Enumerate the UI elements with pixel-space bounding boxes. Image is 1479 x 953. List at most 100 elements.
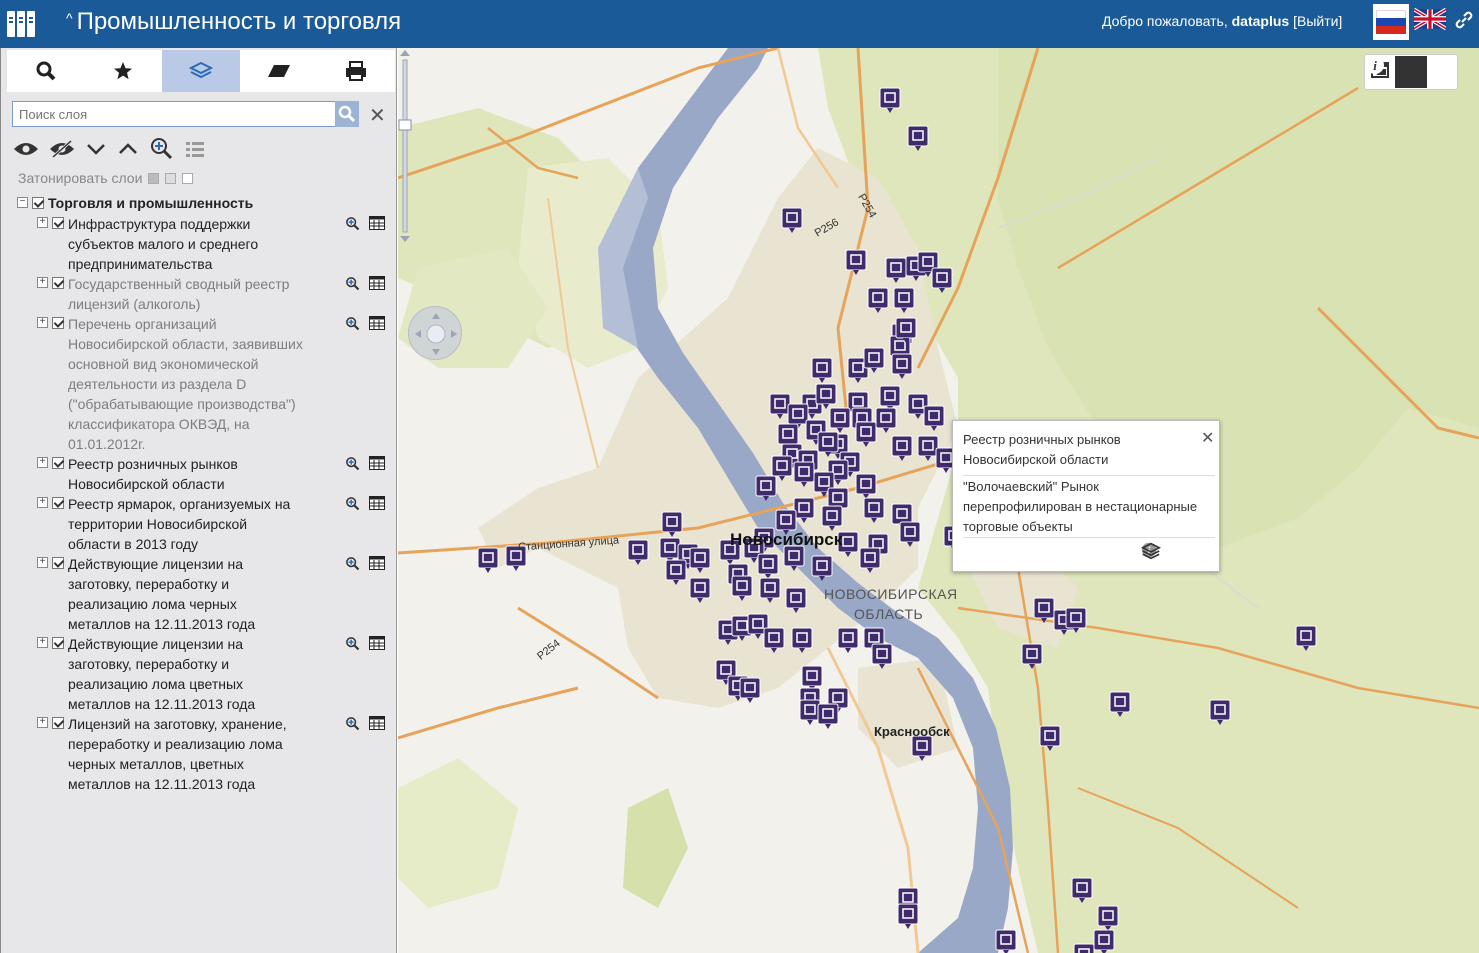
collapse-icon[interactable]: − <box>17 197 28 208</box>
layer-checkbox[interactable] <box>52 497 64 509</box>
map-canvas[interactable] <box>398 48 1479 953</box>
layers-icon[interactable] <box>1141 542 1161 560</box>
catalog-icon[interactable] <box>6 9 36 39</box>
map-view[interactable]: Новосибирск НОВОСИБИРСКАЯ ОБЛАСТЬ Красно… <box>398 48 1479 953</box>
layer-label-line: металлов на 12.11.2013 года <box>68 776 256 792</box>
expand-icon[interactable]: + <box>37 317 48 328</box>
tab-favorites[interactable] <box>84 50 163 92</box>
tab-layers[interactable] <box>162 50 240 92</box>
english-flag-icon[interactable] <box>1414 8 1446 30</box>
attribute-table-icon[interactable] <box>369 496 385 510</box>
poi-marker[interactable] <box>799 699 821 725</box>
shade-option-1[interactable] <box>148 172 160 184</box>
expand-icon[interactable]: + <box>37 557 48 568</box>
attribute-table-icon[interactable] <box>369 456 385 470</box>
russian-flag-icon[interactable] <box>1373 4 1409 40</box>
clear-search-icon[interactable]: ✕ <box>369 103 386 128</box>
layer-label-line: классификатора ОКВЭД, на <box>68 416 250 432</box>
info-button[interactable]: i <box>1366 56 1427 88</box>
attribute-table-icon[interactable] <box>369 556 385 570</box>
zoom-to-layer-icon[interactable] <box>345 216 361 232</box>
attribute-table-icon[interactable] <box>369 316 385 330</box>
app-title[interactable]: ^ Промышленность и торговля <box>66 8 401 36</box>
city-label: Новосибирск <box>730 530 843 549</box>
zoom-to-layer-icon[interactable] <box>345 276 361 292</box>
expand-icon[interactable]: + <box>37 637 48 648</box>
layer-label-line: Лицензий на заготовку, хранение, <box>68 716 287 732</box>
poi-marker[interactable] <box>837 627 859 653</box>
layer-label[interactable]: Перечень организаций Новосибирской област… <box>68 314 338 454</box>
layer-label[interactable]: Инфраструктура поддержки субъектов малого… <box>68 214 338 274</box>
layer-label-line: металлов на 12.11.2013 года <box>68 616 256 632</box>
layer-label[interactable]: Лицензий на заготовку, хранение, перерабо… <box>68 714 338 794</box>
tab-search[interactable] <box>7 50 85 92</box>
pan-control[interactable] <box>408 306 462 360</box>
layer-checkbox[interactable] <box>52 317 64 329</box>
layer-search-button[interactable] <box>335 101 359 127</box>
zoom-slider[interactable] <box>398 48 412 244</box>
zoom-to-layer-icon[interactable] <box>345 456 361 472</box>
expand-icon[interactable]: + <box>37 457 48 468</box>
collapse-all-chevron-up-icon[interactable] <box>117 141 139 157</box>
attribute-table-icon[interactable] <box>369 716 385 730</box>
popup-close-icon[interactable]: ✕ <box>1201 429 1214 449</box>
layer-label[interactable]: Действующие лицензии на заготовку, перера… <box>68 634 338 714</box>
layer-checkbox[interactable] <box>52 717 64 729</box>
shade-option-3[interactable] <box>182 172 194 184</box>
pan-arrows-icon <box>415 313 457 355</box>
layers-icon <box>188 61 213 79</box>
tab-eraser[interactable] <box>239 50 318 92</box>
layer-label[interactable]: Действующие лицензии на заготовку, перера… <box>68 554 338 634</box>
zoom-to-layer-icon[interactable] <box>149 136 175 162</box>
layer-checkbox[interactable] <box>52 277 64 289</box>
username: dataplus <box>1231 13 1290 29</box>
poi-marker[interactable] <box>801 665 823 691</box>
poi-marker[interactable] <box>1073 943 1095 953</box>
layer-checkbox[interactable] <box>52 557 64 569</box>
layer-label-line: Действующие лицензии на <box>68 636 243 652</box>
layer-label[interactable]: Реестр ярмарок, организуемых на территори… <box>68 494 338 554</box>
poi-marker[interactable] <box>817 703 839 729</box>
layer-checkbox[interactable] <box>52 637 64 649</box>
layer-label-line: Реестр розничных рынков <box>68 456 238 472</box>
poi-marker[interactable] <box>477 547 499 573</box>
legend-list-icon[interactable] <box>185 140 205 158</box>
layer-label[interactable]: Реестр розничных рынков Новосибирской обл… <box>68 454 338 494</box>
layer-label-line: Новосибирской области <box>68 476 225 492</box>
popup-title: Реестр розничных рынков Новосибирской об… <box>963 432 1121 467</box>
poi-marker[interactable] <box>995 929 1017 953</box>
welcome-text: Добро пожаловать, dataplus [Выйти] <box>1102 13 1342 29</box>
zoom-to-layer-icon[interactable] <box>345 496 361 512</box>
logout-link[interactable]: [Выйти] <box>1293 13 1342 29</box>
layer-item: + Действующие лицензии на заготовку, перер… <box>17 554 392 634</box>
layer-checkbox[interactable] <box>52 457 64 469</box>
expand-icon[interactable]: + <box>37 497 48 508</box>
layer-group: − Торговля и промышленность <box>17 194 392 214</box>
poi-marker[interactable] <box>1093 929 1115 953</box>
layer-label-line: реализацию лома черных <box>68 596 237 612</box>
layer-checkbox[interactable] <box>52 217 64 229</box>
layer-label[interactable]: Государственный сводный реестр лицензий (… <box>68 274 338 314</box>
expand-icon[interactable]: + <box>37 717 48 728</box>
zoom-to-layer-icon[interactable] <box>345 556 361 572</box>
expand-icon[interactable]: + <box>37 277 48 288</box>
caret-up-icon: ^ <box>66 10 73 26</box>
zoom-to-layer-icon[interactable] <box>345 716 361 732</box>
layer-tree: − Торговля и промышленность + Инфраструкт… <box>17 194 392 794</box>
attribute-table-icon[interactable] <box>369 276 385 290</box>
tab-print[interactable] <box>317 50 395 92</box>
layer-search-input[interactable] <box>12 101 336 127</box>
shade-option-2[interactable] <box>165 172 177 184</box>
expand-icon[interactable]: + <box>37 217 48 228</box>
group-checkbox[interactable] <box>32 197 44 209</box>
attribute-table-icon[interactable] <box>369 216 385 230</box>
zoom-to-layer-icon[interactable] <box>345 316 361 332</box>
layer-item: + Реестр розничных рынков Новосибирской об… <box>17 454 392 494</box>
link-icon[interactable] <box>1454 10 1474 30</box>
feature-popup: Реестр розничных рынков Новосибирской об… <box>952 420 1220 572</box>
hide-all-eye-icon[interactable] <box>49 140 75 158</box>
attribute-table-icon[interactable] <box>369 636 385 650</box>
show-all-eye-icon[interactable] <box>13 141 39 157</box>
expand-all-chevron-down-icon[interactable] <box>85 141 107 157</box>
zoom-to-layer-icon[interactable] <box>345 636 361 652</box>
